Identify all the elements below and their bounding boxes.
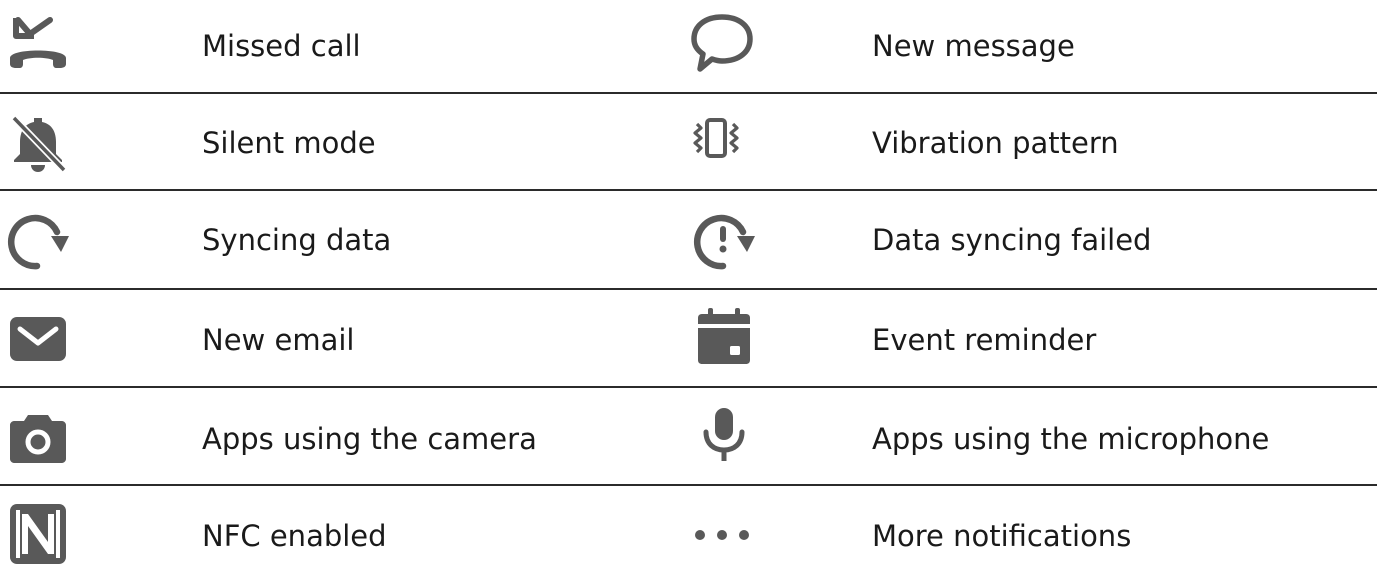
silent-mode-label: Silent mode (202, 126, 376, 160)
camera-label: Apps using the camera (202, 422, 537, 456)
table-row: New email Event reminder (0, 290, 1377, 386)
vibration-pattern-label: Vibration pattern (872, 126, 1119, 160)
camera-icon (10, 415, 66, 463)
row-divider (0, 92, 1377, 94)
new-email-label: New email (202, 323, 355, 357)
new-message-icon (691, 14, 753, 72)
nfc-icon (10, 504, 66, 564)
microphone-label: Apps using the microphone (872, 422, 1270, 456)
table-row: Missed call New message (0, 0, 1377, 96)
event-reminder-label: Event reminder (872, 323, 1097, 357)
table-row: NFC enabled More notifications (0, 486, 1377, 582)
calendar-icon (698, 308, 750, 364)
more-dots-icon (695, 530, 749, 540)
nfc-enabled-label: NFC enabled (202, 519, 387, 553)
silent-mode-icon (11, 115, 67, 173)
missed-call-icon (10, 17, 66, 68)
data-syncing-failed-label: Data syncing failed (872, 223, 1152, 257)
microphone-icon (703, 408, 745, 461)
vibration-icon (693, 118, 739, 158)
sync-failed-icon (693, 214, 755, 270)
missed-call-label: Missed call (202, 29, 361, 63)
row-divider (0, 189, 1377, 191)
table-row: Syncing data Data syncing failed (0, 194, 1377, 290)
email-icon (10, 317, 66, 361)
more-notifications-label: More notifications (872, 519, 1132, 553)
new-message-label: New message (872, 29, 1075, 63)
syncing-data-label: Syncing data (202, 223, 392, 257)
table-row: Silent mode Vibration pattern (0, 96, 1377, 192)
table-row: Apps using the camera Apps using the mic… (0, 388, 1377, 484)
syncing-data-icon (7, 214, 69, 270)
